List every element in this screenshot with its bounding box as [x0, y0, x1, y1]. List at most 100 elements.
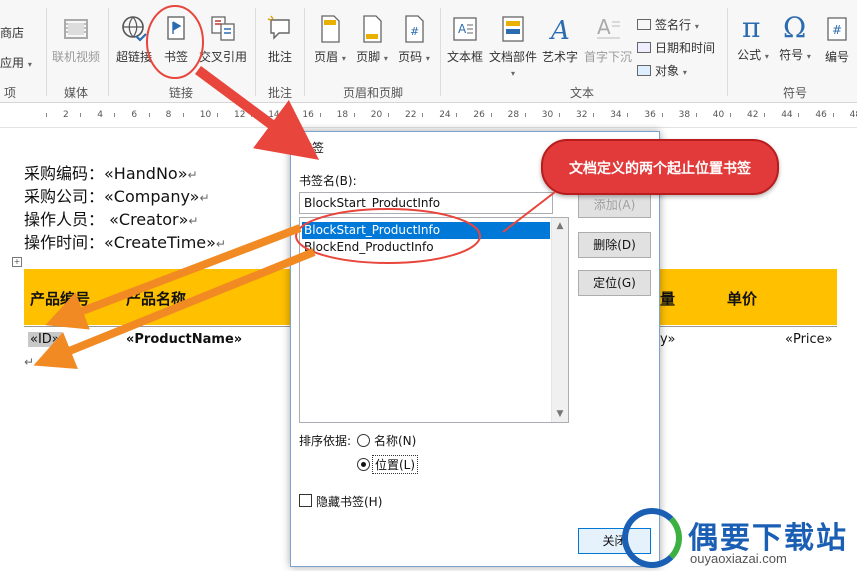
cell-price-field[interactable]: «Price»	[785, 332, 833, 347]
symbol-button[interactable]: Ω 符号 ▾	[775, 12, 815, 63]
cell-quantity-field[interactable]: y»	[660, 332, 675, 347]
ruler-number: 42	[747, 110, 759, 120]
operate-time-label: 操作时间：	[24, 233, 105, 252]
dropdown-arrow-icon: ▾	[764, 52, 769, 61]
svg-text:#: #	[410, 25, 419, 38]
bookmark-list-item[interactable]: BlockEnd_ProductInfo	[302, 239, 550, 256]
film-icon	[64, 19, 88, 39]
ruler-number: 8	[165, 110, 172, 120]
text-box-icon: A	[453, 17, 477, 41]
paragraph-mark-icon: ↵	[24, 355, 35, 369]
sort-location-label[interactable]: 位置(L)	[372, 455, 419, 474]
hidden-bookmarks-checkbox[interactable]	[299, 494, 312, 507]
ruler-number: 20	[370, 110, 383, 120]
bookmark-button[interactable]: 书签	[158, 14, 194, 65]
ruler-tick	[217, 113, 218, 117]
date-time-label: 日期和时间	[655, 41, 716, 55]
text-group-label: 文本	[569, 86, 594, 100]
bookmark-list-item[interactable]: BlockStart_ProductInfo	[302, 222, 550, 239]
group-divider	[727, 8, 728, 96]
equation-button[interactable]: π 公式 ▾	[733, 12, 773, 63]
table-move-handle-icon[interactable]: +	[12, 257, 22, 267]
dropdown-arrow-icon: ▾	[383, 54, 388, 63]
cell-id-field[interactable]: «ID»	[28, 332, 62, 347]
header-footer-group-label: 页眉和页脚	[342, 86, 403, 100]
callout-text: 文档定义的两个起止位置书签	[569, 161, 751, 177]
sort-name-label[interactable]: 名称(N)	[374, 432, 416, 449]
purchase-company-label: 采购公司：	[24, 187, 105, 206]
bookmark-flag-icon	[167, 16, 185, 40]
apps-button[interactable]: 应用 ▾	[0, 54, 32, 71]
bookmark-list[interactable]: BlockStart_ProductInfo BlockEnd_ProductI…	[299, 217, 569, 423]
equation-label: 公式	[737, 48, 762, 62]
links-group-label: 链接	[168, 86, 193, 100]
delete-button[interactable]: 删除(D)	[578, 232, 651, 258]
ruler-tick	[319, 113, 321, 117]
dropdown-arrow-icon: ▾	[425, 54, 430, 63]
quick-parts-icon	[502, 16, 524, 42]
list-scrollbar[interactable]: ▲ ▼	[551, 218, 568, 422]
svg-text:A: A	[549, 16, 570, 44]
operator-field[interactable]: «Creator»	[104, 210, 188, 229]
bookmark-name-input[interactable]	[299, 192, 553, 214]
footer-button[interactable]: 页脚 ▾	[352, 14, 392, 65]
ruler-tick	[148, 113, 150, 117]
hidden-bookmarks-label[interactable]: 隐藏书签(H)	[316, 493, 382, 510]
object-button[interactable]: 对象 ▾	[637, 62, 687, 79]
add-button[interactable]: 添加(A)	[578, 192, 651, 218]
page-number-label: 页码	[398, 50, 423, 64]
operate-time-field[interactable]: «CreateTime»	[104, 233, 216, 252]
hyperlink-button[interactable]: 超链接	[112, 14, 156, 65]
number-icon: #	[827, 17, 847, 41]
goto-button[interactable]: 定位(G)	[578, 270, 651, 296]
online-video-button[interactable]: 联机视频	[50, 14, 102, 65]
sort-name-radio[interactable]	[357, 434, 370, 447]
text-box-button[interactable]: A 文本框	[444, 14, 486, 65]
ruler-tick	[593, 113, 595, 117]
addins-group-label: 项	[3, 86, 16, 100]
header-unit-price: 单价	[727, 290, 758, 308]
page-number-button[interactable]: # 页码 ▾	[394, 14, 434, 65]
ruler-tick	[80, 113, 82, 117]
ruler-tick	[251, 113, 253, 117]
ruler-number: 46	[815, 110, 827, 120]
wordart-button[interactable]: A 艺术字	[540, 14, 580, 65]
ruler-tick	[627, 113, 629, 117]
ruler-number: 4	[97, 110, 103, 120]
scroll-down-icon[interactable]: ▼	[552, 406, 568, 422]
ruler-tick	[422, 113, 424, 117]
date-time-button[interactable]: 日期和时间	[637, 39, 715, 56]
group-divider	[255, 8, 256, 96]
comment-button[interactable]: 批注	[260, 14, 300, 65]
ruler-number: 2	[63, 110, 69, 120]
quick-parts-button[interactable]: 文档部件 ▾	[487, 14, 539, 79]
cross-reference-button[interactable]: 交叉引用	[196, 14, 250, 65]
apps-label: 应用	[0, 56, 25, 70]
ruler-tick	[285, 113, 287, 117]
symbols-group-label: 符号	[782, 86, 807, 100]
dropdown-arrow-icon: ▾	[806, 52, 811, 61]
watermark-logo-icon	[622, 508, 682, 568]
header-button[interactable]: 页眉 ▾	[310, 14, 350, 65]
drop-cap-button[interactable]: A 首字下沉	[582, 14, 634, 65]
store-label: 商店	[0, 26, 25, 40]
purchase-code-field[interactable]: «HandNo»	[104, 164, 187, 183]
wordart-label: 艺术字	[541, 50, 578, 64]
purchase-company-field[interactable]: «Company»	[104, 187, 199, 206]
svg-text:π: π	[742, 12, 760, 42]
bookmark-label: 书签	[163, 50, 188, 64]
ruler-number: 40	[712, 110, 725, 120]
cell-product-name-field[interactable]: «ProductName»	[126, 332, 242, 347]
ruler-tick	[832, 113, 834, 117]
store-button[interactable]: 商店	[0, 24, 24, 41]
sort-location-radio[interactable]	[357, 458, 370, 471]
header-icon	[321, 15, 340, 43]
ruler-tick	[490, 113, 492, 117]
svg-text:Ω: Ω	[783, 12, 806, 42]
comments-group-label: 批注	[267, 86, 292, 100]
number-button[interactable]: # 编号	[817, 14, 857, 65]
scroll-up-icon[interactable]: ▲	[552, 218, 568, 234]
signature-line-button[interactable]: 签名行 ▾	[637, 16, 699, 33]
horizontal-ruler[interactable]: 2 4 6 8 10 12 14 16 18 20 22 24 26 28 30 32 34 36 38 40 42 44…	[0, 104, 857, 128]
operator-line: 操作人员： «Creator»↵	[24, 206, 198, 230]
